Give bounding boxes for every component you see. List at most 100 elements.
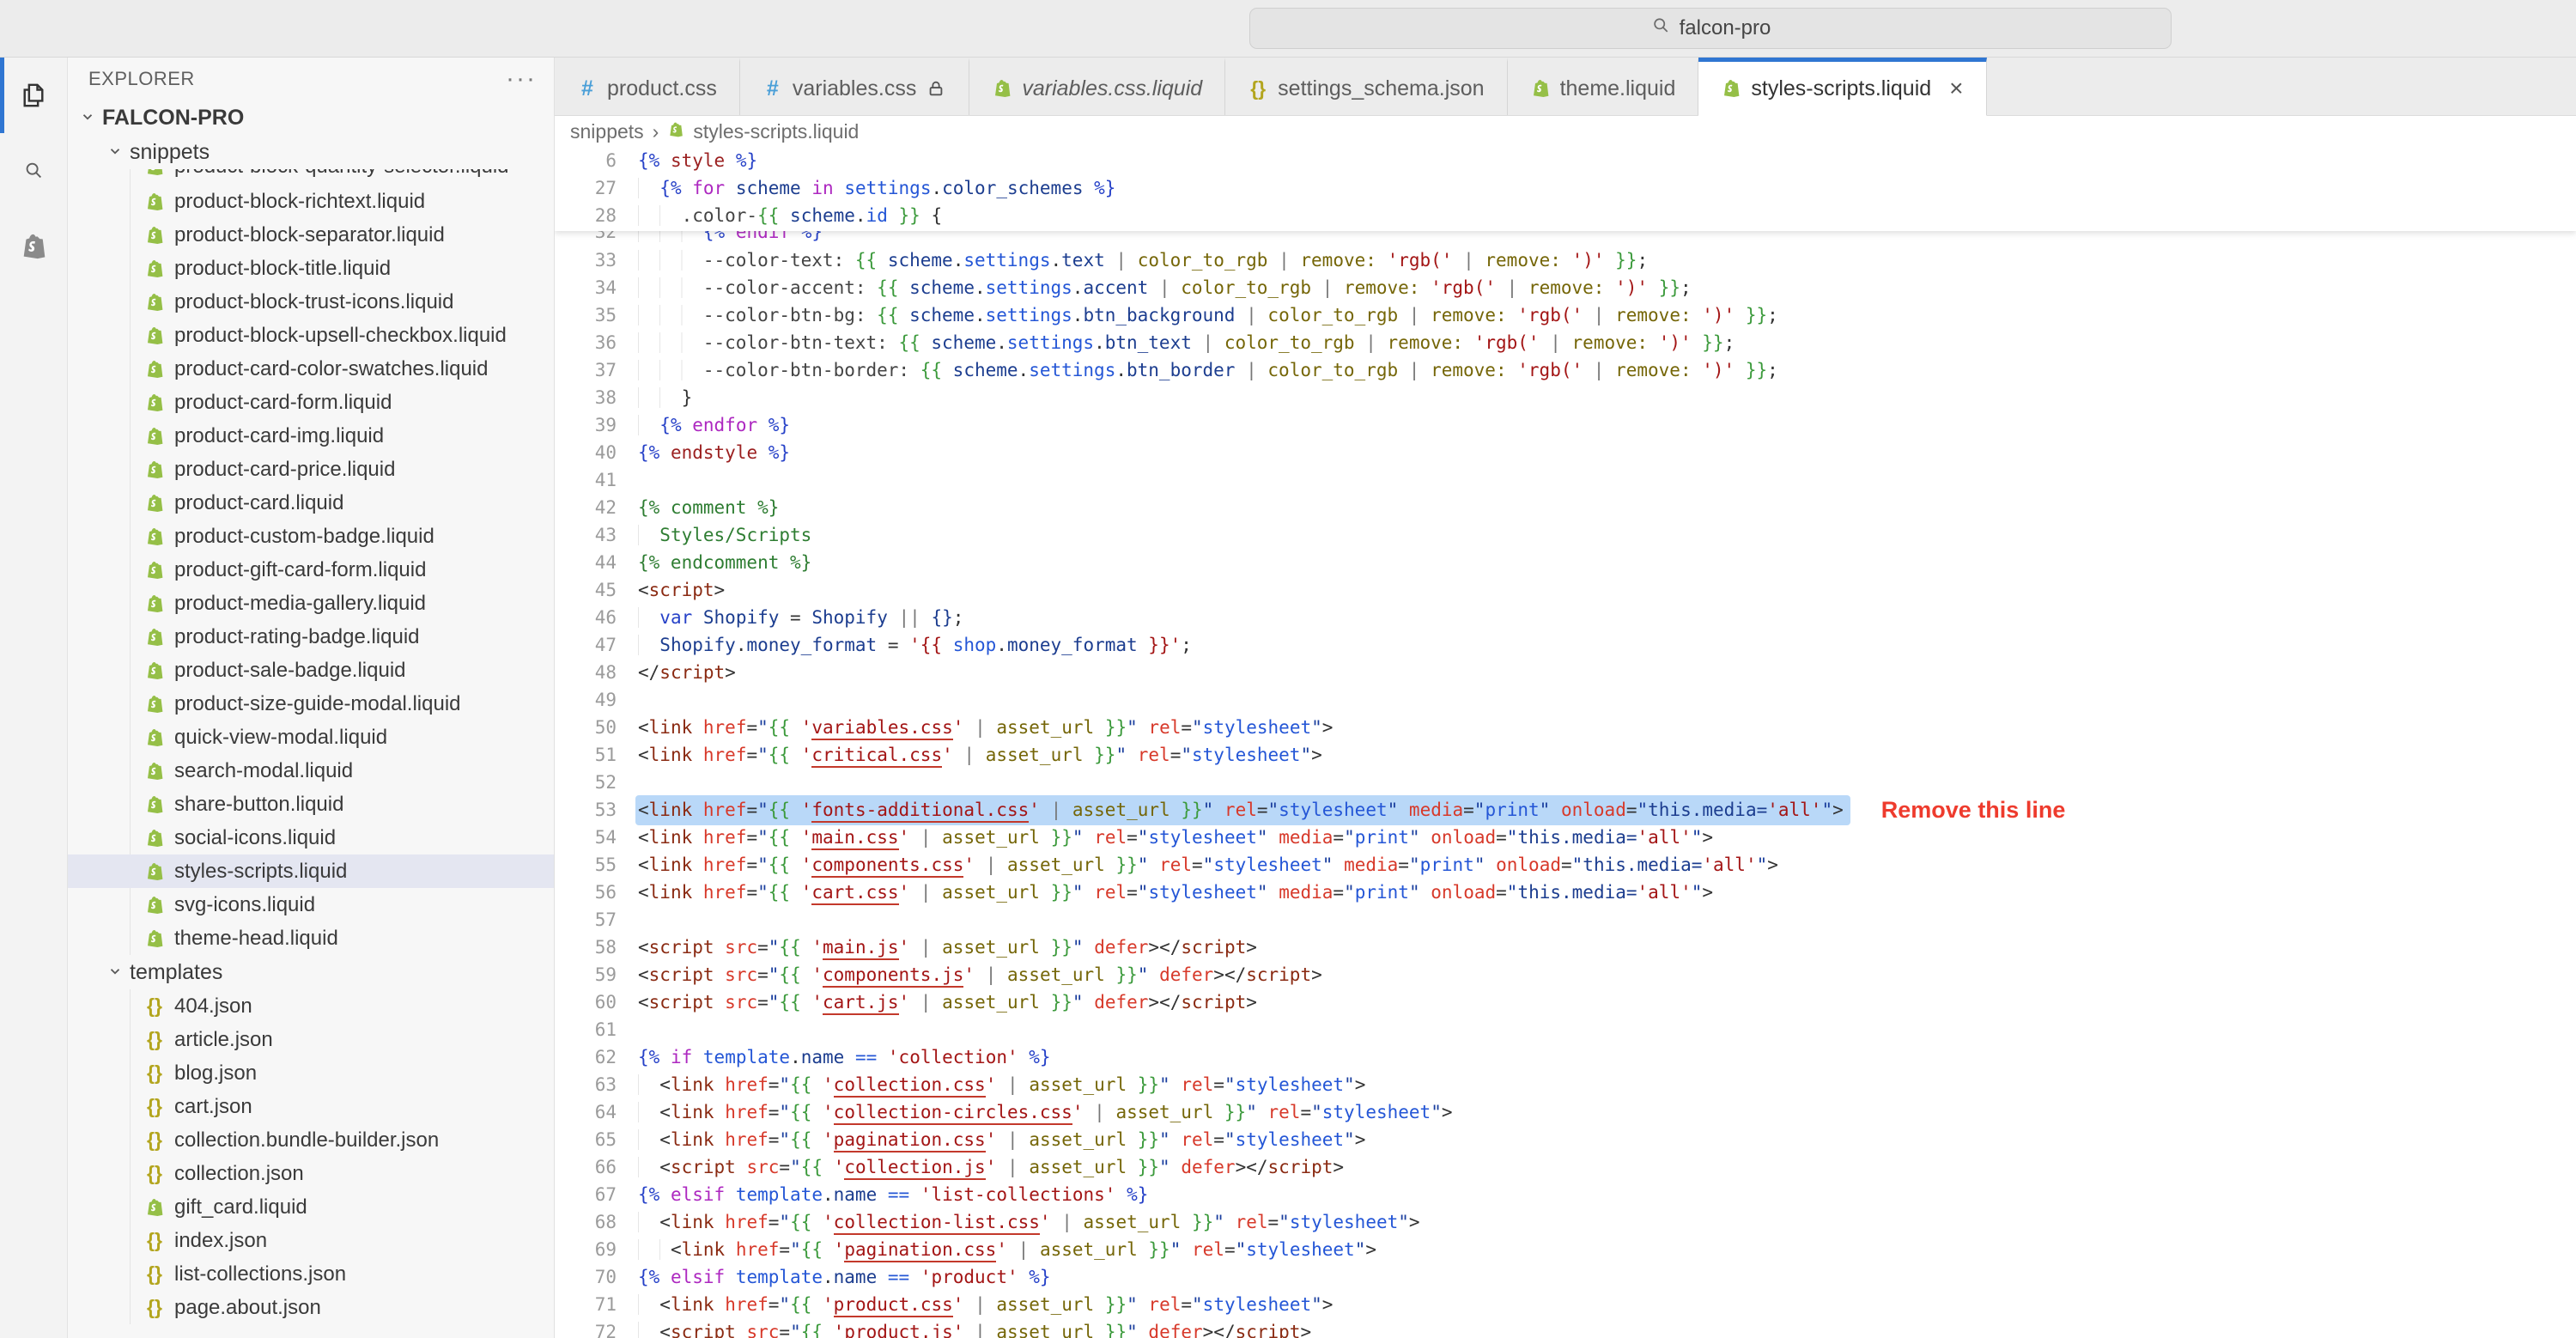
code-line[interactable]: 67{% elsif template.name == 'list-collec… xyxy=(555,1181,2576,1208)
file-tree-item[interactable]: product-block-quantity-selector.liquid xyxy=(144,169,554,183)
line-number[interactable]: 32 xyxy=(555,231,617,246)
code-line[interactable]: 69 <link href="{{ 'pagination.css' | ass… xyxy=(555,1236,2576,1263)
file-tree-item[interactable]: {}blog.json xyxy=(144,1056,554,1090)
line-number[interactable]: 35 xyxy=(555,301,617,329)
code-line[interactable]: 63 <link href="{{ 'collection.css' | ass… xyxy=(555,1071,2576,1098)
file-tree-item[interactable]: product-card-price.liquid xyxy=(144,453,554,486)
code-line[interactable]: 40{% endstyle %} xyxy=(555,439,2576,466)
line-number[interactable]: 37 xyxy=(555,356,617,384)
file-tree-item[interactable]: {}page.about.json xyxy=(144,1291,554,1324)
file-tree-item[interactable]: social-icons.liquid xyxy=(144,821,554,854)
file-tree-item[interactable]: product-block-upsell-checkbox.liquid xyxy=(144,319,554,352)
line-number[interactable]: 68 xyxy=(555,1208,617,1236)
tab-styles-scripts-liquid[interactable]: styles-scripts.liquid× xyxy=(1698,58,1986,116)
line-number[interactable]: 56 xyxy=(555,879,617,906)
line-number[interactable]: 42 xyxy=(555,494,617,521)
line-number[interactable]: 51 xyxy=(555,741,617,769)
file-tree-item[interactable]: {}cart.json xyxy=(144,1090,554,1123)
file-tree-item[interactable]: product-block-trust-icons.liquid xyxy=(144,285,554,319)
folder-root[interactable]: FALCON-PRO xyxy=(68,100,554,135)
code-line[interactable]: 44{% endcomment %} xyxy=(555,549,2576,576)
code-line[interactable]: 48</script> xyxy=(555,659,2576,686)
code-line[interactable]: 57 xyxy=(555,906,2576,934)
command-center-search[interactable]: falcon-pro xyxy=(1249,8,2172,49)
code-line[interactable]: 58<script src="{{ 'main.js' | asset_url … xyxy=(555,934,2576,961)
line-number[interactable]: 44 xyxy=(555,549,617,576)
code-line[interactable]: 68 <link href="{{ 'collection-list.css' … xyxy=(555,1208,2576,1236)
file-tree-item[interactable]: product-media-gallery.liquid xyxy=(144,587,554,620)
code-line[interactable]: 66 <script src="{{ 'collection.js' | ass… xyxy=(555,1153,2576,1181)
close-icon[interactable]: × xyxy=(1949,75,1963,102)
code-line[interactable]: 52 xyxy=(555,769,2576,796)
code-line[interactable]: 39 {% endfor %} xyxy=(555,411,2576,439)
code-line[interactable]: 71 <link href="{{ 'product.css' | asset_… xyxy=(555,1291,2576,1318)
file-tree-item[interactable]: product-block-separator.liquid xyxy=(144,218,554,252)
line-number[interactable]: 57 xyxy=(555,906,617,934)
file-tree-item[interactable]: product-custom-badge.liquid xyxy=(144,520,554,553)
code-line[interactable]: 70{% elsif template.name == 'product' %} xyxy=(555,1263,2576,1291)
code-line[interactable]: 27 {% for scheme in settings.color_schem… xyxy=(555,174,2576,202)
folder-templates[interactable]: templates xyxy=(68,955,554,989)
code-line[interactable]: 28 .color-{{ scheme.id }} { xyxy=(555,202,2576,229)
line-number[interactable]: 36 xyxy=(555,329,617,356)
breadcrumb-folder[interactable]: snippets xyxy=(570,120,644,143)
tab-theme-liquid[interactable]: theme.liquid xyxy=(1508,58,1699,115)
line-number[interactable]: 48 xyxy=(555,659,617,686)
code-line[interactable]: 37 --color-btn-border: {{ scheme.setting… xyxy=(555,356,2576,384)
code-line[interactable]: 41 xyxy=(555,466,2576,494)
line-number[interactable]: 27 xyxy=(555,174,617,202)
line-number[interactable]: 40 xyxy=(555,439,617,466)
code-line[interactable]: 65 <link href="{{ 'pagination.css' | ass… xyxy=(555,1126,2576,1153)
file-tree-item[interactable]: share-button.liquid xyxy=(144,788,554,821)
breadcrumb-file[interactable]: styles-scripts.liquid xyxy=(693,120,859,143)
code-line[interactable]: 6{% style %} xyxy=(555,147,2576,174)
file-tree-item[interactable]: {}collection.json xyxy=(144,1157,554,1190)
line-number[interactable]: 61 xyxy=(555,1016,617,1043)
file-tree-item[interactable]: {}404.json xyxy=(144,989,554,1023)
line-number[interactable]: 47 xyxy=(555,631,617,659)
more-actions-icon[interactable]: ··· xyxy=(506,75,537,83)
folder-snippets[interactable]: snippets xyxy=(68,135,554,169)
file-tree-item[interactable]: gift_card.liquid xyxy=(144,1190,554,1224)
file-tree-item[interactable]: search-modal.liquid xyxy=(144,754,554,788)
file-tree-item[interactable]: quick-view-modal.liquid xyxy=(144,721,554,754)
line-number[interactable]: 72 xyxy=(555,1318,617,1338)
line-number[interactable]: 60 xyxy=(555,988,617,1016)
code-line[interactable]: 42{% comment %} xyxy=(555,494,2576,521)
code-line[interactable]: 56<link href="{{ 'cart.css' | asset_url … xyxy=(555,879,2576,906)
file-tree-item[interactable]: product-sale-badge.liquid xyxy=(144,654,554,687)
line-number[interactable]: 28 xyxy=(555,202,617,229)
code-line[interactable]: 34 --color-accent: {{ scheme.settings.ac… xyxy=(555,274,2576,301)
line-number[interactable]: 38 xyxy=(555,384,617,411)
code-line[interactable]: 64 <link href="{{ 'collection-circles.cs… xyxy=(555,1098,2576,1126)
code-line[interactable]: 60<script src="{{ 'cart.js' | asset_url … xyxy=(555,988,2576,1016)
code-line[interactable]: 43 Styles/Scripts xyxy=(555,521,2576,549)
file-tree-item[interactable]: {}article.json xyxy=(144,1023,554,1056)
line-number[interactable]: 52 xyxy=(555,769,617,796)
line-number[interactable]: 65 xyxy=(555,1126,617,1153)
line-number[interactable]: 39 xyxy=(555,411,617,439)
code-line[interactable]: 49 xyxy=(555,686,2576,714)
code-line[interactable]: 61 xyxy=(555,1016,2576,1043)
code-line[interactable]: 72 <script src="{{ 'product.js' | asset_… xyxy=(555,1318,2576,1338)
file-tree-item[interactable]: product-card-form.liquid xyxy=(144,386,554,419)
line-number[interactable]: 50 xyxy=(555,714,617,741)
file-tree-item[interactable]: {}collection.bundle-builder.json xyxy=(144,1123,554,1157)
code-line[interactable]: 47 Shopify.money_format = '{{ shop.money… xyxy=(555,631,2576,659)
search-activity-search-icon[interactable] xyxy=(0,133,67,209)
line-number[interactable]: 71 xyxy=(555,1291,617,1318)
code-line[interactable]: 35 --color-btn-bg: {{ scheme.settings.bt… xyxy=(555,301,2576,329)
file-tree-item[interactable]: product-size-guide-modal.liquid xyxy=(144,687,554,721)
line-number[interactable]: 70 xyxy=(555,1263,617,1291)
code-line[interactable]: 50<link href="{{ 'variables.css' | asset… xyxy=(555,714,2576,741)
file-tree-item[interactable]: product-rating-badge.liquid xyxy=(144,620,554,654)
line-number[interactable]: 54 xyxy=(555,824,617,851)
line-number[interactable]: 53 xyxy=(555,796,617,824)
line-number[interactable]: 55 xyxy=(555,851,617,879)
code-line[interactable]: 53<link href="{{ 'fonts-additional.css' … xyxy=(555,796,2576,824)
tab-variables-css-liquid[interactable]: variables.css.liquid xyxy=(969,58,1225,115)
code-line[interactable]: 59<script src="{{ 'components.js' | asse… xyxy=(555,961,2576,988)
tab-product-css[interactable]: #product.css xyxy=(555,58,740,115)
tab-settings-schema-json[interactable]: {}settings_schema.json xyxy=(1225,58,1507,115)
code-line[interactable]: 54<link href="{{ 'main.css' | asset_url … xyxy=(555,824,2576,851)
